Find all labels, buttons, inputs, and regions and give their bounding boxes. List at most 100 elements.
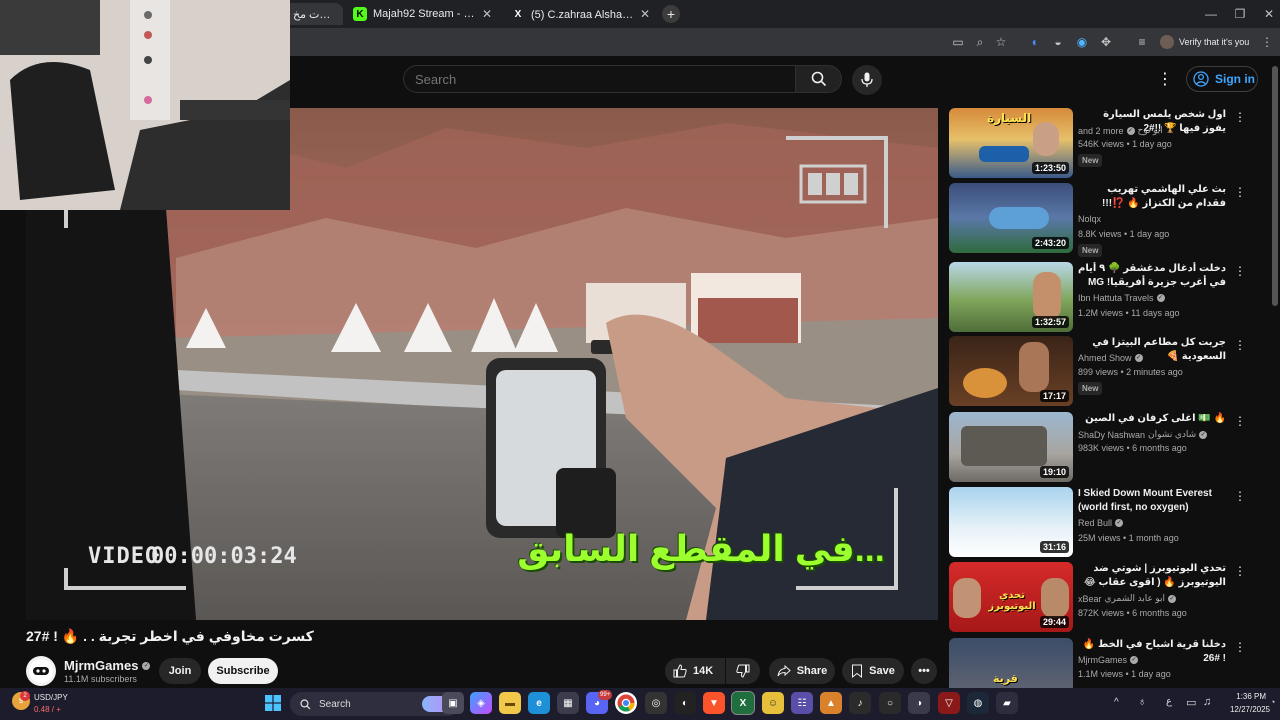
tiktok-icon[interactable]: ♪ bbox=[849, 692, 871, 714]
steam-icon[interactable]: ◍ bbox=[967, 692, 989, 714]
share-button[interactable]: Share bbox=[769, 658, 835, 684]
tab-active[interactable]: كسرت مخ bbox=[285, 3, 343, 25]
app-icon[interactable]: ▽ bbox=[938, 692, 960, 714]
copilot-icon[interactable]: ◈ bbox=[470, 692, 492, 714]
video-thumbnail[interactable]: تحدي اليوتيوبرز 29:44 bbox=[949, 562, 1073, 632]
vlc-icon[interactable]: ▲ bbox=[820, 692, 842, 714]
voice-search-button[interactable] bbox=[852, 65, 882, 95]
close-window-button[interactable]: ✕ bbox=[1246, 0, 1280, 28]
language-indicator[interactable]: ع bbox=[1166, 696, 1172, 707]
recommendation-item[interactable]: 17:17 جربت كل مطاعم البيتزا في السعودية … bbox=[949, 336, 1271, 408]
rec-menu-icon[interactable]: ⋮ bbox=[1234, 110, 1246, 124]
volume-icon[interactable]: ♫ bbox=[1203, 696, 1211, 708]
rec-channel[interactable]: and 2 more ✓ ابو نوح bbox=[1078, 125, 1163, 136]
clock-date[interactable]: 12/27/2025 bbox=[1218, 705, 1270, 714]
close-icon[interactable]: ✕ bbox=[640, 7, 650, 21]
channel-name[interactable]: MjrmGames ✓ bbox=[64, 658, 151, 673]
rec-channel[interactable]: Red Bull ✓ bbox=[1078, 518, 1124, 528]
extension-audio-icon[interactable]: ◖ bbox=[1026, 34, 1042, 50]
recommendation-item[interactable]: قرية دخلنا قرية اشباح في الخط 🔥 ! #26 Mj… bbox=[949, 638, 1271, 688]
excel-icon[interactable]: X bbox=[731, 691, 755, 715]
video-thumbnail[interactable]: 31:16 bbox=[949, 487, 1073, 557]
rec-title[interactable]: تحدي اليوتيوبرز | شوتي ضد اليوتيوبرز 🔥 (… bbox=[1078, 562, 1226, 590]
rec-menu-icon[interactable]: ⋮ bbox=[1234, 185, 1246, 199]
close-icon[interactable]: ✕ bbox=[482, 7, 492, 21]
network-icon[interactable]: ▭ bbox=[1186, 696, 1196, 709]
rec-channel[interactable]: xBear ابو عابد الشمري ✓ bbox=[1078, 593, 1176, 604]
join-button[interactable]: Join bbox=[159, 658, 201, 684]
tab-majah92[interactable]: K Majah92 Stream - Watch Live o ✕ bbox=[345, 3, 500, 25]
dislike-button[interactable] bbox=[726, 658, 760, 684]
rec-channel[interactable]: Ahmed Show ✓ bbox=[1078, 353, 1143, 363]
recommendation-item[interactable]: 31:16 I Skied Down Mount Everest (world … bbox=[949, 487, 1271, 559]
channel-avatar[interactable] bbox=[26, 656, 56, 686]
app-icon[interactable]: ▰ bbox=[996, 692, 1018, 714]
profile-chip[interactable]: Verify that it's you bbox=[1160, 33, 1249, 51]
video-thumbnail[interactable]: 17:17 bbox=[949, 336, 1073, 406]
new-tab-button[interactable]: + bbox=[662, 5, 680, 23]
settings-more-icon[interactable]: ⋮ bbox=[1156, 69, 1174, 89]
video-thumbnail[interactable]: 19:10 bbox=[949, 412, 1073, 482]
video-thumbnail[interactable]: 1:32:57 bbox=[949, 262, 1073, 332]
edge-icon[interactable]: e bbox=[528, 692, 550, 714]
rec-title[interactable]: I Skied Down Mount Everest (world first,… bbox=[1078, 487, 1226, 515]
rec-menu-icon[interactable]: ⋮ bbox=[1234, 264, 1246, 278]
cast-icon[interactable]: ▭ bbox=[950, 34, 966, 50]
brave-icon[interactable]: ▼ bbox=[703, 692, 725, 714]
taskbar-search[interactable]: Search bbox=[290, 692, 460, 716]
rec-title[interactable]: بث علي الهاشمي تهريب فقدام من الكنزاز 🔥 … bbox=[1078, 183, 1226, 211]
recommendation-item[interactable]: السيارة 1:23:50 اول شخص يلمس السيارة يفو… bbox=[949, 108, 1271, 180]
windows-start-icon[interactable] bbox=[262, 692, 284, 714]
recommendation-item[interactable]: 2:43:20 بث علي الهاشمي تهريب فقدام من ال… bbox=[949, 183, 1271, 257]
obs-icon[interactable]: ◎ bbox=[645, 692, 667, 714]
recommendation-item[interactable]: 1:32:57 دخلت أدغال مدغشقر 🌳 ٩ أيام في أغ… bbox=[949, 262, 1271, 334]
tab-x-post[interactable]: X (5) C.zahraa Alsharif on X: "بال... ✕ bbox=[503, 3, 658, 25]
rec-menu-icon[interactable]: ⋮ bbox=[1234, 338, 1246, 352]
video-thumbnail[interactable]: 2:43:20 bbox=[949, 183, 1073, 253]
more-actions-button[interactable]: ••• bbox=[911, 658, 937, 684]
search-button[interactable] bbox=[795, 65, 842, 93]
extensions-puzzle-icon[interactable]: ✥ bbox=[1098, 34, 1114, 50]
rec-menu-icon[interactable]: ⋮ bbox=[1234, 640, 1246, 654]
bookmark-star-icon[interactable]: ☆ bbox=[993, 34, 1009, 50]
app-icon[interactable]: ☺ bbox=[762, 692, 784, 714]
rec-channel[interactable]: MjrmGames ✓ bbox=[1078, 655, 1138, 665]
scrollbar-thumb[interactable] bbox=[1272, 66, 1278, 306]
recommendation-item[interactable]: 19:10 🔥 💵 اغلى كرفان في الصين ShaDy Nash… bbox=[949, 412, 1271, 484]
file-explorer-icon[interactable]: ▬ bbox=[499, 692, 521, 714]
rec-title[interactable]: 🔥 💵 اغلى كرفان في الصين bbox=[1078, 412, 1226, 426]
store-icon[interactable]: ▦ bbox=[557, 692, 579, 714]
rec-channel[interactable]: ShaDy Nashwan شادي نشوان ✓ bbox=[1078, 429, 1208, 440]
mic-tray-icon[interactable]: ♁ bbox=[1138, 696, 1146, 708]
app-icon[interactable]: ☷ bbox=[791, 692, 813, 714]
search-input[interactable] bbox=[403, 65, 796, 93]
clock-time[interactable]: 1:36 PM bbox=[1222, 692, 1266, 701]
app-icon[interactable]: ○ bbox=[879, 692, 901, 714]
chevron-up-icon[interactable]: ^ bbox=[1114, 697, 1119, 708]
rec-channel[interactable]: Nolqx bbox=[1078, 214, 1101, 224]
video-thumbnail[interactable]: السيارة 1:23:50 bbox=[949, 108, 1073, 178]
ticker-symbol[interactable]: USD/JPY bbox=[34, 693, 68, 702]
chrome-icon[interactable] bbox=[615, 692, 637, 714]
extension-shield-icon[interactable]: ◉ bbox=[1074, 34, 1090, 50]
recommendation-item[interactable]: تحدي اليوتيوبرز 29:44 تحدي اليوتيوبرز | … bbox=[949, 562, 1271, 634]
rec-menu-icon[interactable]: ⋮ bbox=[1234, 414, 1246, 428]
save-button[interactable]: Save bbox=[842, 658, 904, 684]
app-icon[interactable]: ◐ bbox=[674, 692, 696, 714]
rec-channel[interactable]: Ibn Hattuta Travels ✓ bbox=[1078, 293, 1165, 303]
app-icon[interactable]: ◑ bbox=[908, 692, 930, 714]
subscribe-button[interactable]: Subscribe bbox=[208, 658, 278, 684]
zoom-icon[interactable]: ⌕ bbox=[972, 34, 988, 50]
task-view-icon[interactable]: ▣ bbox=[442, 692, 464, 714]
reading-list-icon[interactable]: ≡ bbox=[1134, 34, 1150, 50]
notifications-icon[interactable]: ◔ bbox=[1270, 697, 1275, 707]
rec-title[interactable]: دخلت أدغال مدغشقر 🌳 ٩ أيام في أغرب جزيرة… bbox=[1078, 262, 1226, 290]
game-map-graphic bbox=[989, 207, 1049, 229]
like-button[interactable]: 14K bbox=[665, 658, 725, 684]
rec-menu-icon[interactable]: ⋮ bbox=[1234, 564, 1246, 578]
rec-menu-icon[interactable]: ⋮ bbox=[1234, 489, 1246, 503]
video-thumbnail[interactable]: قرية bbox=[949, 638, 1073, 688]
sign-in-button[interactable]: Sign in bbox=[1186, 66, 1258, 92]
browser-menu-icon[interactable]: ⋮ bbox=[1259, 34, 1275, 50]
extension-icon[interactable]: ◒ bbox=[1050, 34, 1066, 50]
